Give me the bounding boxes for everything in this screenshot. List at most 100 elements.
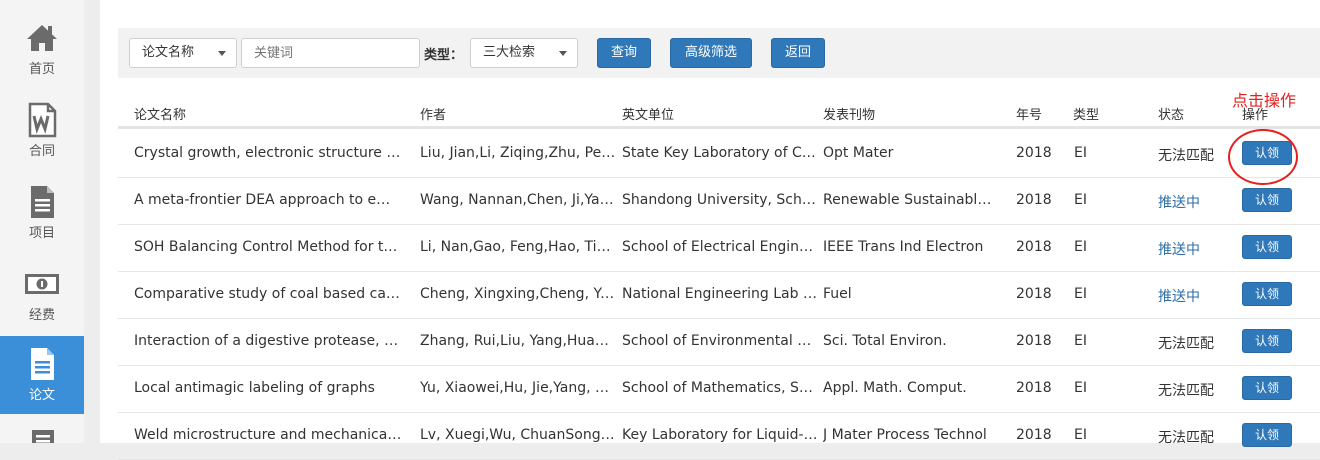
sidebar-item-paper[interactable]: 论文 [0, 336, 84, 414]
paper-type: EI [1074, 380, 1087, 396]
claim-button[interactable]: 认领 [1242, 188, 1292, 212]
paper-type: EI [1074, 286, 1087, 302]
paper-title[interactable]: Interaction of a digestive protease, Ca.… [134, 333, 402, 349]
paper-year: 2018 [1016, 192, 1052, 208]
paper-status: 推送中 [1158, 289, 1200, 305]
paper-unit: State Key Laboratory of Crys... [622, 145, 820, 161]
sidebar-item-home[interactable]: 首页 [0, 0, 84, 78]
type-select[interactable]: 三大检索 [470, 38, 578, 68]
paper-journal: Fuel [823, 286, 852, 302]
paper-journal: Appl. Math. Comput. [823, 380, 967, 396]
paper-unit: Shandong University, Schoo... [622, 192, 820, 208]
paper-type: EI [1074, 145, 1087, 161]
table-row: A meta-frontier DEA approach to effici..… [118, 177, 1320, 225]
paper-unit: School of Electrical Enginee... [622, 239, 820, 255]
header-journal: 发表刊物 [823, 108, 876, 123]
home-icon [27, 25, 57, 51]
claim-button[interactable]: 认领 [1242, 235, 1292, 259]
header-author: 作者 [420, 108, 447, 123]
paper-journal: Opt Mater [823, 145, 894, 161]
type-select-value: 三大检索 [483, 45, 536, 60]
main-panel: 论文名称 类型： 三大检索 查询 高级筛选 返回 论文名称 作者 英文单位 发表… [100, 0, 1320, 460]
claim-button[interactable]: 认领 [1242, 282, 1292, 306]
sidebar: 首页 合同 项目 经费 论文 [0, 0, 84, 443]
paper-type: EI [1074, 427, 1087, 443]
field-select-value: 论文名称 [142, 45, 195, 60]
paper-title[interactable]: Local antimagic labeling of graphs [134, 380, 402, 396]
paper-title[interactable]: Comparative study of coal based catal... [134, 286, 402, 302]
header-status: 状态 [1158, 108, 1185, 123]
paper-title[interactable]: A meta-frontier DEA approach to effici..… [134, 192, 402, 208]
keyword-input[interactable] [241, 38, 420, 68]
paper-journal: Sci. Total Environ. [823, 333, 947, 349]
table-row: Weld microstructure and mechanical p... … [118, 412, 1320, 460]
paper-author: Cheng, Xingxing,Cheng, Yo... [420, 286, 616, 302]
book-icon [32, 430, 54, 443]
paper-journal: Renewable Sustainable... [823, 192, 993, 208]
paper-unit: Key Laboratory for Liquid-S... [622, 427, 820, 443]
filter-bar: 论文名称 类型： 三大检索 查询 高级筛选 返回 [118, 28, 1320, 78]
paper-unit: School of Environmental Sci... [622, 333, 820, 349]
type-label: 类型： [424, 48, 464, 63]
paper-status: 推送中 [1158, 242, 1200, 258]
header-year: 年号 [1016, 108, 1043, 123]
paper-title[interactable]: Crystal growth, electronic structure an.… [134, 145, 402, 161]
header-title: 论文名称 [134, 108, 187, 123]
paper-year: 2018 [1016, 286, 1052, 302]
paper-status: 无法匹配 [1158, 430, 1214, 446]
table-row: Crystal growth, electronic structure an.… [118, 130, 1320, 178]
paper-journal: J Mater Process Technol [823, 427, 987, 443]
money-icon [25, 274, 59, 294]
paper-status: 无法匹配 [1158, 383, 1214, 399]
table-row: Interaction of a digestive protease, Ca.… [118, 318, 1320, 366]
paper-author: Lv, Xuegi,Wu, ChuanSong,Y... [420, 427, 616, 443]
claim-button[interactable]: 认领 [1242, 376, 1292, 400]
sidebar-item-label: 论文 [28, 388, 55, 403]
paper-unit: School of Mathematics, Sha... [622, 380, 820, 396]
paper-status: 推送中 [1158, 195, 1200, 211]
paper-year: 2018 [1016, 380, 1052, 396]
query-button[interactable]: 查询 [597, 38, 651, 68]
paper-unit: National Engineering Lab fo... [622, 286, 820, 302]
paper-author: Zhang, Rui,Liu, Yang,Huang,... [420, 333, 616, 349]
sidebar-item-funds[interactable]: 经费 [0, 246, 84, 324]
paper-status: 无法匹配 [1158, 336, 1214, 352]
header-type: 类型 [1073, 108, 1100, 123]
sidebar-item-contract[interactable]: 合同 [0, 82, 84, 160]
sidebar-item-more[interactable] [0, 414, 84, 443]
back-button[interactable]: 返回 [771, 38, 825, 68]
annotation-text: 点击操作 [1232, 91, 1297, 110]
chevron-down-icon [218, 51, 226, 56]
claim-button[interactable]: 认领 [1242, 329, 1292, 353]
table-row: Local antimagic labeling of graphs Yu, X… [118, 365, 1320, 413]
paper-year: 2018 [1016, 333, 1052, 349]
sidebar-item-label: 项目 [28, 226, 55, 241]
paper-author: Liu, Jian,Li, Ziqing,Zhu, Pen... [420, 145, 616, 161]
document-icon [31, 186, 54, 218]
paper-year: 2018 [1016, 239, 1052, 255]
chevron-down-icon [559, 51, 567, 56]
table-row: SOH Balancing Control Method for th... L… [118, 224, 1320, 272]
sidebar-item-label: 合同 [28, 144, 55, 159]
paper-author: Wang, Nannan,Chen, Ji,Yao,... [420, 192, 616, 208]
paper-type: EI [1074, 333, 1087, 349]
header-unit: 英文单位 [622, 108, 675, 123]
paper-journal: IEEE Trans Ind Electron [823, 239, 984, 255]
paper-author: Li, Nan,Gao, Feng,Hao, Tian... [420, 239, 616, 255]
table-row: Comparative study of coal based catal...… [118, 271, 1320, 319]
paper-type: EI [1074, 239, 1087, 255]
annotation-circle [1228, 129, 1298, 185]
field-select[interactable]: 论文名称 [129, 38, 237, 68]
paper-status: 无法匹配 [1158, 148, 1214, 164]
paper-author: Yu, Xiaowei,Hu, Jie,Yang, Do... [420, 380, 616, 396]
paper-year: 2018 [1016, 427, 1052, 443]
paper-icon [31, 348, 54, 380]
claim-button[interactable]: 认领 [1242, 423, 1292, 447]
sidebar-item-label: 首页 [28, 62, 55, 77]
paper-type: EI [1074, 192, 1087, 208]
paper-title[interactable]: Weld microstructure and mechanical p... [134, 427, 402, 443]
paper-title[interactable]: SOH Balancing Control Method for th... [134, 239, 402, 255]
sidebar-item-project[interactable]: 项目 [0, 164, 84, 242]
paper-year: 2018 [1016, 145, 1052, 161]
advanced-filter-button[interactable]: 高级筛选 [670, 38, 752, 68]
